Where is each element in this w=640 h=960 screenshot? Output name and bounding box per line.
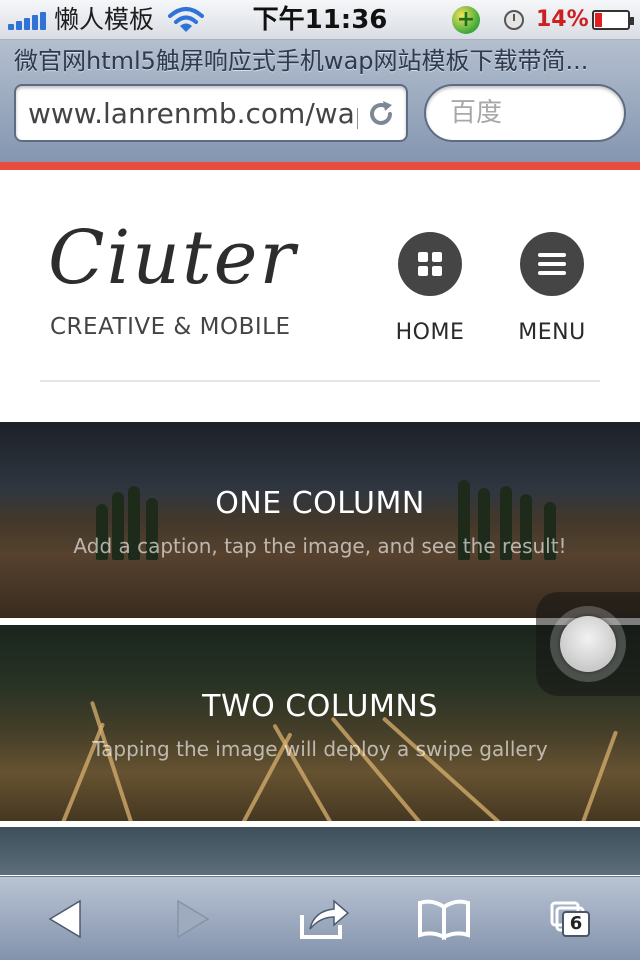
assistive-touch-dot xyxy=(560,616,616,672)
wifi-icon xyxy=(168,7,204,32)
share-icon[interactable] xyxy=(294,895,354,943)
assistive-touch-button[interactable] xyxy=(536,592,640,696)
banner-title: ONE COLUMN xyxy=(215,486,425,521)
home-button-circle[interactable] xyxy=(398,232,462,296)
forward-arrow-icon[interactable] xyxy=(162,895,222,943)
accent-stripe xyxy=(0,162,640,170)
tab-count: 6 xyxy=(562,911,590,937)
url-text[interactable]: www.lanrenmb.com/wap xyxy=(28,94,358,134)
battery-icon xyxy=(592,10,634,30)
alarm-clock-icon xyxy=(504,10,524,30)
tabs-icon[interactable]: 6 xyxy=(540,895,600,943)
menu-button[interactable]: MENU xyxy=(492,232,612,348)
search-input[interactable]: 百度 xyxy=(424,84,626,142)
reload-icon[interactable] xyxy=(366,99,396,129)
site-header: Ciuter CREATIVE & MOBILE HOME MENU xyxy=(0,170,640,422)
menu-label[interactable]: MENU xyxy=(492,318,612,348)
menu-button-circle[interactable] xyxy=(520,232,584,296)
banner-caption: Add a caption, tap the image, and see th… xyxy=(73,534,567,558)
carrier-name: 懒人模板 xyxy=(54,5,155,34)
site-logo[interactable]: Ciuter xyxy=(48,216,297,300)
wheat-stalk xyxy=(330,716,424,821)
banner-title: TWO COLUMNS xyxy=(202,689,438,724)
address-bar[interactable]: www.lanrenmb.com/wap xyxy=(14,84,408,142)
home-button[interactable]: HOME xyxy=(370,232,490,348)
banner-caption: Tapping the image will deploy a swipe ga… xyxy=(92,737,548,761)
banner-three-preview[interactable] xyxy=(0,827,640,875)
signal-strength-icon xyxy=(8,10,48,30)
status-time: 下午11:36 xyxy=(252,5,388,35)
home-label[interactable]: HOME xyxy=(370,318,490,348)
wheat-stalk xyxy=(381,716,504,821)
site-tagline: CREATIVE & MOBILE xyxy=(50,314,291,340)
back-arrow-icon[interactable] xyxy=(36,895,96,943)
hamburger-icon xyxy=(538,253,566,275)
browser-top-bar: 微官网html5触屏响应式手机wap网站模板下载带简... www.lanren… xyxy=(0,40,640,162)
page-title: 微官网html5触屏响应式手机wap网站模板下载带简... xyxy=(14,47,589,75)
header-divider xyxy=(40,380,600,382)
security-app-icon: + xyxy=(452,6,480,34)
banner-one-column[interactable]: ONE COLUMN Add a caption, tap the image,… xyxy=(0,422,640,618)
bookmarks-icon[interactable] xyxy=(414,895,474,943)
browser-toolbar: 6 xyxy=(0,876,640,960)
battery-percent: 14% xyxy=(536,7,589,32)
grid-icon xyxy=(418,252,442,276)
status-bar: 懒人模板 下午11:36 + 14% xyxy=(0,0,640,40)
